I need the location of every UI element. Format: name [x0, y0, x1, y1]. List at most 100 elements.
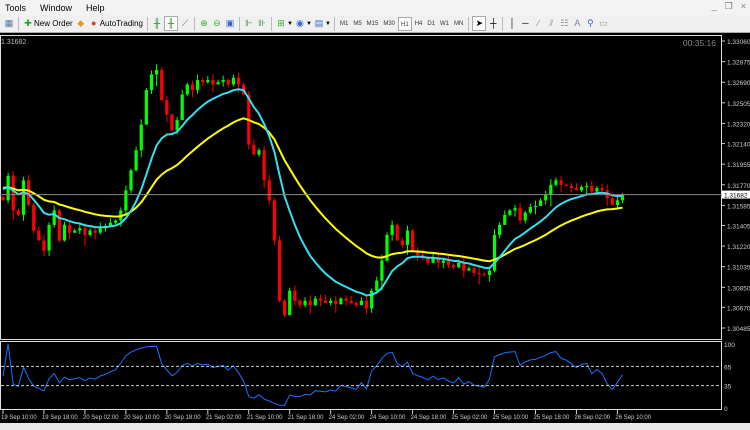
fibonacci-icon: ☷: [560, 18, 569, 28]
candlestick-button[interactable]: ╫: [163, 16, 178, 31]
zoom-out-button[interactable]: ⊖: [211, 16, 223, 31]
zoom-in-button[interactable]: ⊕: [198, 16, 210, 31]
timeframe-d1[interactable]: D1: [425, 17, 437, 31]
indicators-icon: ⊞: [277, 18, 285, 28]
separator: [18, 16, 19, 31]
new-order-button[interactable]: ✚ New Order: [22, 16, 74, 31]
bar-timer: 00:35:16: [683, 38, 716, 48]
horizontal-line-icon: ─: [522, 18, 529, 28]
bull-candle: [441, 260, 445, 263]
current-price-label: 1.31682: [724, 193, 748, 200]
chart-shift-button[interactable]: ⊩: [243, 16, 255, 31]
bear-candle: [344, 298, 348, 301]
periods-button[interactable]: ◉ ▼: [294, 16, 312, 31]
oscillator-axis-label: 35: [724, 384, 732, 391]
templates-icon: ▤: [314, 18, 324, 28]
menu-tools[interactable]: Tools: [0, 3, 33, 13]
bull-candle: [206, 80, 210, 83]
time-tick-label: 20 Sep 18:00: [165, 415, 201, 421]
tile-icon: ▣: [225, 18, 235, 28]
bull-candle: [149, 74, 154, 91]
bear-candle: [67, 224, 72, 233]
fibonacci-button[interactable]: ☷: [558, 16, 570, 31]
restore-button[interactable]: ❐: [725, 1, 733, 12]
chart-canvas[interactable]: 1.33060 1.32875 1.32690 1.32505 1.32320 1.321…: [0, 33, 750, 423]
minimize-button[interactable]: _: [712, 1, 717, 12]
timeframe-m1[interactable]: M1: [338, 17, 350, 31]
bull-candle: [288, 290, 292, 316]
bull-candle: [216, 82, 220, 85]
vertical-line-button[interactable]: │: [506, 16, 518, 31]
bull-candle: [98, 228, 102, 233]
autoscroll-button[interactable]: ⊪: [256, 16, 268, 31]
timeframe-h4[interactable]: H4: [413, 17, 425, 31]
channel-icon: ⫽: [549, 18, 554, 28]
bear-candle: [518, 208, 522, 221]
close-button[interactable]: ×: [741, 1, 746, 12]
metaeditor-button[interactable]: ◆: [75, 16, 87, 31]
bear-candle: [262, 150, 266, 181]
bear-candle: [277, 240, 282, 301]
bear-candle: [267, 180, 271, 201]
oscillator-axis-label: 100: [724, 342, 735, 349]
timeframe-w1[interactable]: W1: [438, 17, 451, 31]
ema-slow-line: [2, 117, 623, 263]
autotrading-button[interactable]: ● AutoTrading: [88, 16, 144, 31]
bear-candle: [37, 230, 41, 241]
menu-bar: Tools Window Help _ ❐ ×: [0, 0, 750, 15]
bull-candle: [134, 150, 138, 171]
bull-candle: [595, 188, 599, 192]
bear-candle: [590, 185, 594, 192]
line-chart-button[interactable]: ⟋: [179, 16, 191, 31]
templates-button[interactable]: ▤ ▼: [313, 16, 331, 31]
timeframe-m15[interactable]: M15: [365, 17, 381, 31]
search-icon: ⚲: [587, 18, 594, 28]
timeframe-h1[interactable]: H1: [398, 16, 412, 31]
text-button[interactable]: A: [571, 16, 583, 31]
price-chart[interactable]: 1.33060 1.32875 1.32690 1.32505 1.32320 1.321…: [0, 33, 750, 423]
horizontal-line-button[interactable]: ─: [519, 16, 531, 31]
search-button[interactable]: ⚲: [584, 16, 596, 31]
separator: [193, 16, 195, 31]
dropdown-arrow-icon: ▼: [286, 20, 293, 27]
bear-candle: [334, 300, 338, 305]
trendline-button[interactable]: ∕: [532, 16, 544, 31]
separator: [146, 16, 148, 31]
timeframe-m5[interactable]: M5: [351, 17, 363, 31]
menu-help[interactable]: Help: [79, 3, 112, 13]
price-tick-label: 1.32875: [727, 60, 750, 67]
bull-candle: [615, 200, 619, 205]
bull-candle: [114, 220, 118, 223]
cursor-button[interactable]: ➤: [472, 16, 487, 31]
timeframe-m30[interactable]: M30: [381, 17, 397, 31]
price-tick-label: 1.32690: [727, 80, 750, 87]
bull-candle: [313, 298, 317, 306]
dropdown-arrow-icon: ▼: [324, 20, 331, 27]
autotrading-icon: ●: [90, 18, 97, 28]
chat-button[interactable]: ▭: [597, 16, 609, 31]
indicators-button[interactable]: ⊞ ▼: [275, 16, 293, 31]
time-tick-label: 24 Sep 10:00: [370, 415, 406, 421]
bear-candle: [293, 290, 297, 301]
bull-candle: [467, 268, 471, 271]
bear-candle: [16, 210, 20, 215]
price-tick-label: 1.31770: [727, 183, 750, 190]
bar-chart-button[interactable]: ╫: [151, 16, 163, 31]
price-tick-label: 1.32505: [727, 101, 750, 108]
bull-candle: [73, 230, 77, 233]
oscillator-axis-label: 65: [724, 364, 732, 371]
ema-fast-line: [2, 88, 623, 297]
bear-candle: [308, 300, 312, 306]
bear-candle: [32, 204, 36, 231]
symbol-price-label: 1.31682: [1, 39, 26, 46]
profiles-button[interactable]: ▦: [3, 16, 15, 31]
bull-candle: [62, 224, 67, 241]
menu-window[interactable]: Window: [33, 3, 79, 13]
tile-windows-button[interactable]: ▣: [224, 16, 236, 31]
separator: [468, 16, 470, 31]
channel-button[interactable]: ⫽: [545, 16, 557, 31]
bear-candle: [354, 302, 358, 306]
timeframe-mn[interactable]: MN: [452, 17, 465, 31]
crosshair-button[interactable]: ┼: [487, 16, 499, 31]
bull-candle: [508, 210, 512, 215]
